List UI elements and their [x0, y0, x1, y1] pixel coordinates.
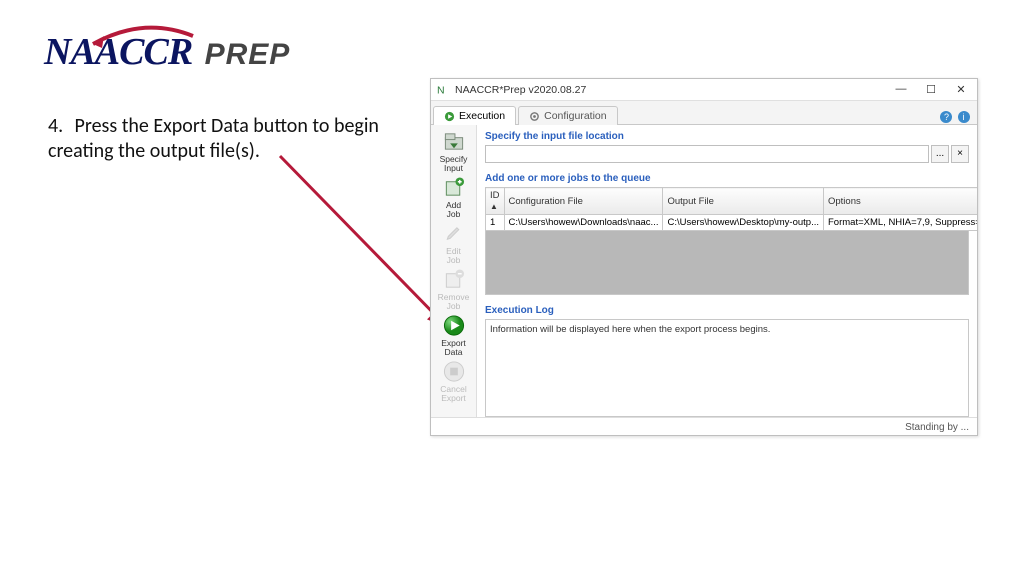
tab-execution[interactable]: Execution [433, 106, 516, 125]
statusbar: Standing by ... [431, 417, 977, 437]
sidebar: Specify Input Add Job Edit Job Remove Jo… [431, 125, 477, 417]
play-circle-icon [442, 314, 466, 337]
svg-text:?: ? [944, 112, 949, 122]
svg-text:N: N [437, 84, 445, 96]
input-section-label: Specify the input file location [485, 131, 969, 142]
remove-icon [442, 268, 466, 291]
log-section-label: Execution Log [485, 305, 969, 316]
step-number: 4. [48, 114, 70, 139]
app-icon: N [437, 83, 451, 97]
swoosh-icon [88, 24, 198, 52]
col-options[interactable]: Options [824, 188, 978, 215]
logo-suffix: PREP [205, 38, 291, 71]
edit-icon [442, 222, 466, 245]
tab-configuration-label: Configuration [544, 110, 606, 122]
svg-text:i: i [963, 112, 965, 122]
tab-configuration[interactable]: Configuration [518, 106, 617, 125]
input-file-field[interactable] [485, 145, 929, 163]
window-title: NAACCR*Prep v2020.08.27 [455, 84, 586, 96]
col-id[interactable]: ID ▲ [486, 188, 505, 215]
col-config[interactable]: Configuration File [504, 188, 663, 215]
play-icon [444, 111, 455, 122]
queue-empty-area [485, 231, 969, 295]
step-text: Press the Export Data button to begin cr… [48, 114, 379, 163]
clear-input-button[interactable]: × [951, 145, 969, 163]
queue-section-label: Add one or more jobs to the queue [485, 173, 969, 184]
info-icon[interactable]: i [957, 110, 971, 124]
add-job-button[interactable]: Add Job [433, 175, 475, 219]
tab-execution-label: Execution [459, 110, 505, 122]
remove-job-button: Remove Job [433, 267, 475, 311]
export-data-button[interactable]: Export Data [433, 313, 475, 357]
close-button[interactable]: ✕ [951, 83, 971, 96]
edit-job-button: Edit Job [433, 221, 475, 265]
execution-log: Information will be displayed here when … [485, 319, 969, 417]
add-job-icon [442, 176, 466, 199]
col-output[interactable]: Output File [663, 188, 824, 215]
maximize-button[interactable]: ☐ [921, 83, 941, 96]
gear-icon [529, 111, 540, 122]
cancel-export-button: Cancel Export [433, 359, 475, 403]
app-window: N NAACCR*Prep v2020.08.27 — ☐ ✕ Executio… [430, 78, 978, 436]
folder-input-icon [442, 130, 466, 153]
main-panel: Specify the input file location ... × Ad… [477, 125, 977, 417]
specify-input-button[interactable]: Specify Input [433, 129, 475, 173]
naaccr-prep-logo: NAACCR PREP [44, 30, 290, 74]
table-row[interactable]: 1 C:\Users\howew\Downloads\naac... C:\Us… [486, 215, 978, 231]
tabbar: Execution Configuration ? i [431, 101, 977, 125]
browse-button[interactable]: ... [931, 145, 949, 163]
job-queue-table[interactable]: ID ▲ Configuration File Output File Opti… [485, 187, 977, 231]
stop-icon [442, 360, 466, 383]
status-text: Standing by ... [905, 422, 969, 433]
titlebar[interactable]: N NAACCR*Prep v2020.08.27 — ☐ ✕ [431, 79, 977, 101]
minimize-button[interactable]: — [891, 83, 911, 96]
help-icon[interactable]: ? [939, 110, 953, 124]
instruction-step-4: 4. Press the Export Data button to begin… [48, 114, 388, 164]
